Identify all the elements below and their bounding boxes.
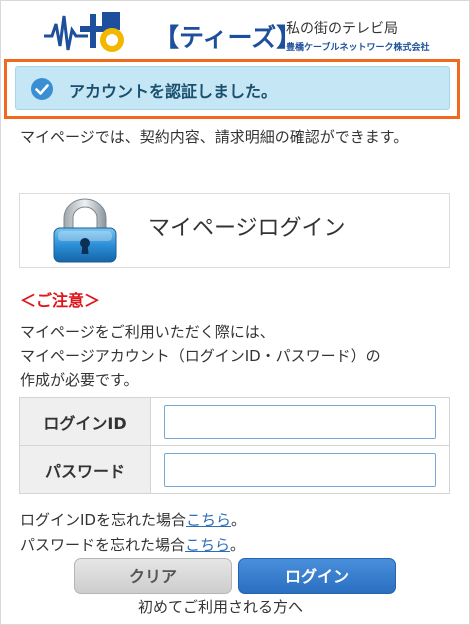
password-row: パスワード [19, 445, 450, 494]
alert-message: アカウントを認証しました。 [69, 82, 278, 101]
notice-heading: ＜ご注意＞ [20, 291, 101, 310]
first-time-user-link[interactable]: 初めてご利用される方へ [138, 596, 303, 617]
forgot-password-text: パスワードを忘れた場合 [20, 536, 186, 554]
clear-button[interactable]: クリア [74, 558, 232, 594]
forgot-id-link[interactable]: こちら [186, 511, 231, 529]
check-circle-icon [31, 78, 53, 100]
mypage-login-title: マイページログイン [148, 216, 346, 241]
brand-tagline: 私の街のテレビ局 [286, 21, 398, 37]
login-id-row: ログインID [19, 397, 450, 446]
notice-line: 作成が必要です。 [20, 371, 139, 389]
login-id-input[interactable] [164, 404, 436, 439]
forgot-id-text: ログインIDを忘れた場合 [20, 511, 186, 529]
forgot-id-line: ログインIDを忘れた場合こちら。 [20, 509, 246, 530]
notice-line: マイページをご利用いただく際には、 [20, 323, 275, 341]
company-name: 豊橋ケーブルネットワーク株式会社 [286, 43, 430, 53]
forgot-password-period: 。 [230, 536, 246, 554]
login-id-label: ログインID [19, 397, 151, 446]
mypage-login-panel: マイページログイン [19, 193, 450, 268]
notice-line: マイページアカウント（ログインID・パスワード）の [20, 347, 381, 365]
login-button[interactable]: ログイン [238, 558, 396, 594]
lock-icon [53, 198, 117, 263]
intro-text: マイページでは、契約内容、請求明細の確認ができます。 [20, 128, 409, 146]
success-alert: アカウントを認証しました。 [15, 66, 450, 110]
forgot-password-link[interactable]: こちら [185, 536, 230, 554]
notice-text: マイページをご利用いただく際には、 マイページアカウント（ログインID・パスワー… [20, 320, 465, 392]
brand-name: 【ティーズ】 [154, 23, 302, 52]
password-label: パスワード [19, 445, 151, 494]
forgot-password-line: パスワードを忘れた場合こちら。 [20, 534, 245, 555]
password-input[interactable] [164, 452, 436, 487]
site-logo[interactable]: 【ティーズ】 私の街のテレビ局 豊橋ケーブルネットワーク株式会社 [44, 8, 429, 58]
login-form: ログインID パスワード [19, 397, 450, 494]
forgot-id-period: 。 [231, 511, 247, 529]
tees-logo-mark-icon [44, 12, 124, 52]
